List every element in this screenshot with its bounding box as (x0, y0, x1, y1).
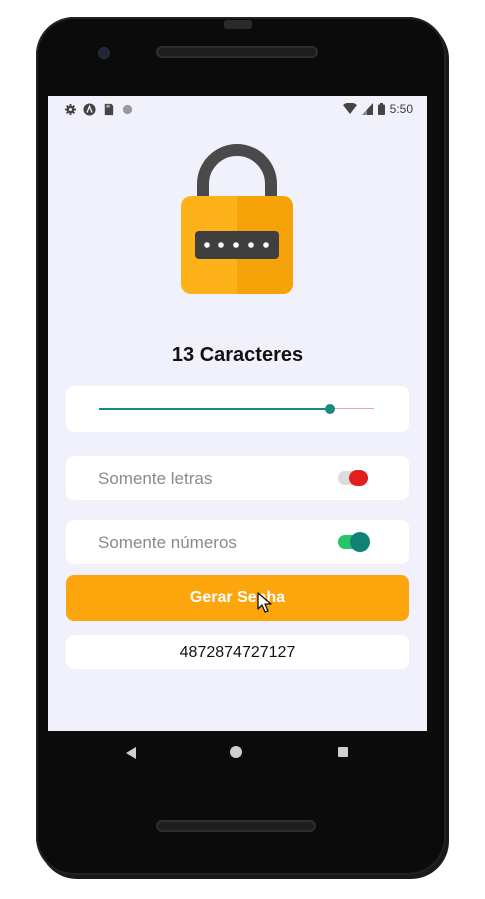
phone-notch (224, 20, 252, 29)
front-camera (98, 47, 110, 59)
only-letters-switch[interactable] (338, 470, 368, 486)
sd-card-icon (104, 103, 114, 116)
switch-knob (350, 532, 370, 552)
mouse-pointer-icon (257, 592, 272, 613)
slider-thumb[interactable] (325, 404, 335, 414)
switch-knob (352, 470, 368, 486)
wifi-icon (342, 103, 357, 114)
back-icon[interactable] (126, 747, 136, 759)
status-bar: 5:50 (48, 96, 427, 124)
only-letters-card: Somente letras (66, 456, 409, 500)
home-icon[interactable] (230, 746, 242, 758)
slider-track-empty[interactable] (330, 408, 374, 409)
signal-icon (361, 103, 373, 115)
circle-icon (122, 104, 133, 115)
bottom-speaker (156, 820, 316, 832)
earpiece-speaker (156, 46, 318, 58)
password-result-card: 4872874727127 (66, 635, 409, 669)
status-time: 5:50 (389, 102, 413, 116)
app-screen: 5:50 13 Caracteres Somente letras Soment… (48, 96, 427, 731)
only-numbers-card: Somente números (66, 520, 409, 564)
gear-icon (64, 103, 77, 116)
a-icon (83, 103, 96, 116)
length-slider-card (66, 386, 409, 432)
generated-password: 4872874727127 (179, 644, 296, 661)
lock-icon (181, 144, 293, 294)
only-numbers-label: Somente números (98, 533, 237, 552)
android-nav-bar (48, 731, 427, 775)
length-label: 13 Caracteres (171, 344, 304, 366)
battery-icon (377, 103, 385, 115)
only-numbers-switch[interactable] (338, 532, 370, 552)
recent-apps-icon[interactable] (338, 747, 348, 757)
slider-track-filled[interactable] (99, 408, 330, 410)
only-letters-label: Somente letras (98, 469, 213, 488)
generate-password-button[interactable]: Gerar Senha (66, 575, 409, 621)
